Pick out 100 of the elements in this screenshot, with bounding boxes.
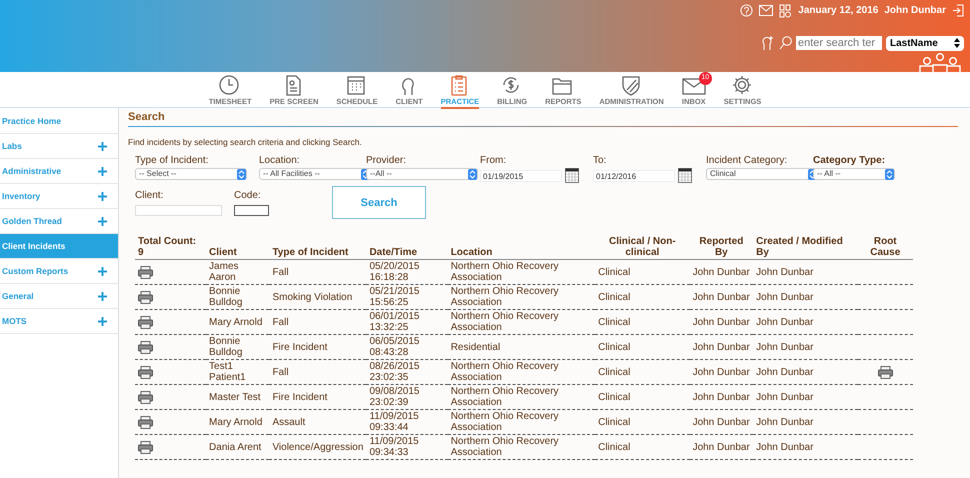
- field-label: Location:: [259, 154, 300, 168]
- table-cell: Bonnie Bulldog: [206, 284, 270, 310]
- search-button[interactable]: Search: [332, 186, 426, 220]
- current-date: January 12, 2016: [798, 4, 878, 18]
- table-cell: John Dunbar: [753, 360, 858, 385]
- table-cell: Northern Ohio Recovery Association: [448, 310, 596, 335]
- table-cell: John Dunbar: [753, 260, 858, 285]
- table-cell: John Dunbar: [690, 284, 754, 310]
- printer-icon[interactable]: [138, 340, 153, 354]
- field-label: Category Type:: [813, 154, 886, 168]
- printer-icon[interactable]: [138, 440, 153, 454]
- sidebar-item[interactable]: Client Incidents: [0, 234, 118, 259]
- help-icon[interactable]: [740, 4, 754, 17]
- table-cell: Northern Ohio Recovery Association: [448, 410, 596, 435]
- table-cell: John Dunbar: [753, 284, 858, 310]
- table-cell: John Dunbar: [753, 310, 858, 335]
- table-cell: 08/26/2015 23:02:35: [366, 360, 448, 385]
- table-cell: John Dunbar: [690, 434, 754, 460]
- table-cell: Fall: [269, 360, 366, 385]
- code-field[interactable]: [234, 205, 269, 216]
- field-label: Client:: [135, 189, 164, 204]
- expand-plus-icon[interactable]: [98, 142, 107, 150]
- table-cell: 05/21/2015 15:56:25: [366, 284, 448, 310]
- expand-plus-icon[interactable]: [98, 216, 107, 226]
- table-cell: Dania Arent: [206, 434, 270, 460]
- table-cell: 05/20/2015 16:18:28: [366, 260, 448, 285]
- select-dropdown[interactable]: --All --: [366, 168, 478, 180]
- printer-icon[interactable]: [138, 366, 153, 379]
- table-cell: Fire Incident: [269, 334, 366, 360]
- table-cell: Northern Ohio Recovery Association: [448, 284, 596, 310]
- instruction-text: Find incidents by selecting search criteria and clicking Search.: [128, 136, 363, 148]
- printer-icon[interactable]: [138, 316, 153, 329]
- printer-icon[interactable]: [138, 266, 153, 279]
- column-header: Created / Modified By: [753, 235, 858, 260]
- table-cell: Mary Arnold: [206, 410, 270, 435]
- column-header: Location: [448, 235, 596, 260]
- table-cell: Fall: [269, 260, 366, 285]
- mail-icon[interactable]: [759, 5, 774, 16]
- table-cell: 11/09/2015 09:34:33: [366, 434, 448, 460]
- table-cell: Clinical: [595, 360, 690, 385]
- table-cell: John Dunbar: [690, 334, 754, 360]
- search-type-dropdown[interactable]: LastName: [886, 36, 964, 50]
- table-cell: Test1 Patient1: [206, 360, 270, 385]
- calendar-icon[interactable]: [678, 168, 692, 184]
- printer-icon[interactable]: [138, 416, 153, 429]
- table-cell: John Dunbar: [690, 410, 754, 435]
- table-cell: Residential: [448, 334, 596, 360]
- table-cell: Northern Ohio Recovery Association: [448, 384, 596, 410]
- column-header: Client: [206, 235, 270, 260]
- field-label: Incident Category:: [706, 154, 788, 168]
- search-icon[interactable]: [779, 36, 792, 50]
- expand-plus-icon[interactable]: [98, 166, 107, 176]
- people-logo-icon: [918, 53, 962, 75]
- table-cell: Clinical: [595, 310, 690, 335]
- expand-plus-icon[interactable]: [98, 266, 107, 276]
- table-cell: 11/09/2015 09:33:44: [366, 410, 448, 435]
- printer-icon[interactable]: [138, 390, 153, 404]
- table-cell: Northern Ohio Recovery Association: [448, 434, 596, 460]
- table-cell: Bonnie Bulldog: [206, 334, 270, 360]
- column-header: Type of Incident: [269, 235, 366, 260]
- expand-plus-icon[interactable]: [98, 316, 107, 326]
- table-cell: John Dunbar: [753, 384, 858, 410]
- field-label: Type of Incident:: [135, 154, 208, 168]
- field-label: Provider:: [366, 154, 406, 168]
- table-cell: John Dunbar: [690, 260, 754, 285]
- expand-plus-icon[interactable]: [98, 292, 107, 300]
- table-cell: Violence/Aggression: [269, 434, 366, 460]
- date-field[interactable]: 01/19/2015: [480, 170, 562, 182]
- table-cell: Smoking Violation: [269, 284, 366, 310]
- section-title: Search: [128, 108, 958, 126]
- select-dropdown[interactable]: -- Select --: [135, 168, 247, 180]
- table-cell: John Dunbar: [690, 310, 754, 335]
- expand-plus-icon[interactable]: [98, 192, 107, 200]
- add-client-icon[interactable]: [761, 35, 775, 51]
- table-cell: John Dunbar: [753, 334, 858, 360]
- printer-icon[interactable]: [878, 366, 893, 379]
- column-header: Clinical / Non- clinical: [595, 235, 690, 260]
- table-cell: 09/08/2015 23:02:39: [366, 384, 448, 410]
- grid-icon[interactable]: [779, 4, 792, 18]
- calendar-icon[interactable]: [564, 168, 578, 184]
- table-cell: Clinical: [595, 334, 690, 360]
- user-name: John Dunbar: [884, 4, 946, 18]
- table-cell: Clinical: [595, 384, 690, 410]
- select-dropdown[interactable]: -- All --: [813, 168, 895, 180]
- table-cell: Fall: [269, 310, 366, 335]
- select-arrows-icon[interactable]: [954, 38, 960, 48]
- client-field[interactable]: [135, 205, 222, 216]
- table-cell: John Dunbar: [753, 434, 858, 460]
- field-label: Code:: [234, 189, 262, 204]
- logout-icon[interactable]: [952, 4, 964, 17]
- table-cell: James Aaron: [206, 260, 270, 285]
- printer-icon[interactable]: [138, 290, 153, 304]
- date-field[interactable]: 01/12/2016: [593, 170, 675, 182]
- table-cell: Northern Ohio Recovery Association: [448, 260, 596, 285]
- table-cell: Clinical: [595, 284, 690, 310]
- search-field[interactable]: enter search ter: [796, 36, 882, 50]
- field-label: To:: [593, 154, 606, 168]
- table-cell: 06/01/2015 13:32:25: [366, 310, 448, 335]
- table-cell: Assault: [269, 410, 366, 435]
- table-cell: John Dunbar: [753, 410, 858, 435]
